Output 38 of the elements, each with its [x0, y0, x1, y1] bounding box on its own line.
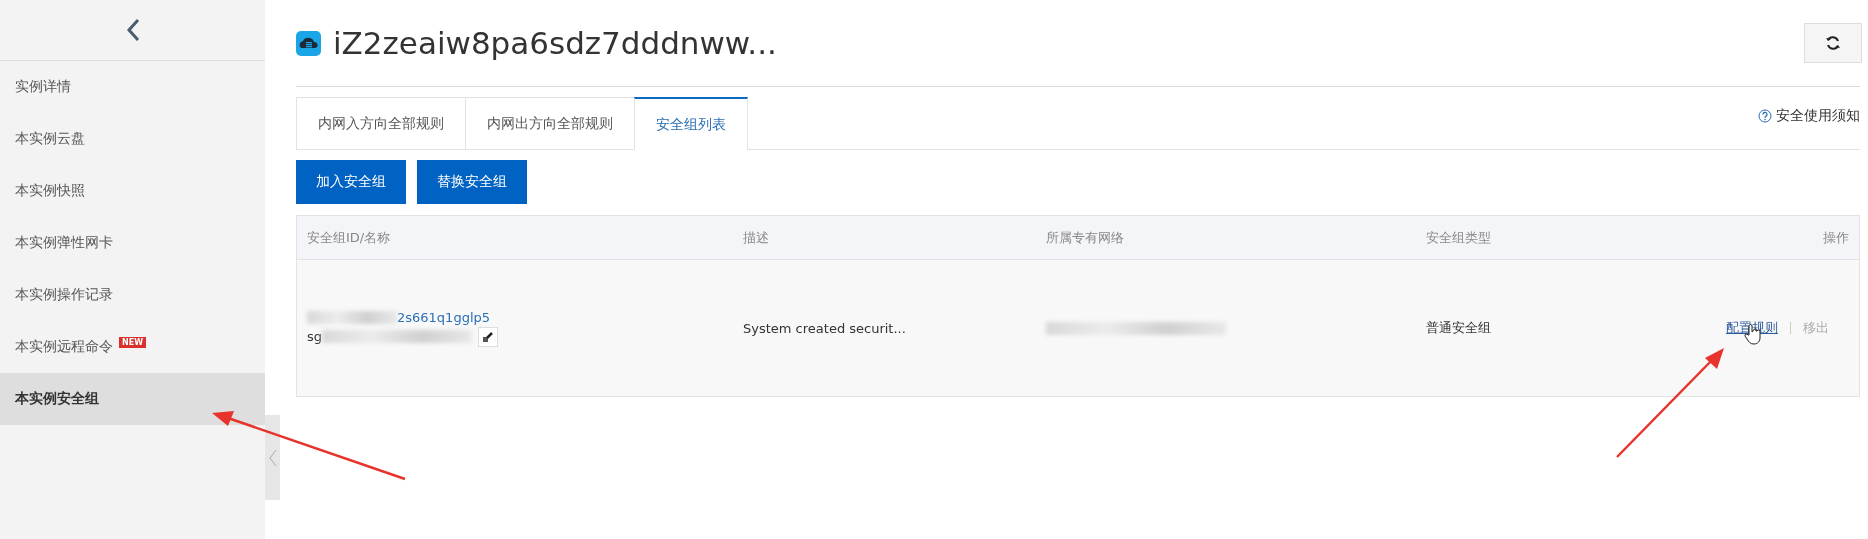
edit-icon[interactable] — [478, 326, 499, 347]
help-link-label: 安全使用须知 — [1776, 107, 1860, 125]
help-link[interactable]: 安全使用须知 — [1758, 107, 1860, 125]
column-header: 所属专有网络 — [1046, 228, 1124, 247]
sidebar-item[interactable]: 本实例操作记录 — [0, 269, 265, 321]
sidebar-item-label: 本实例弹性网卡 — [15, 234, 113, 252]
instance-title: iZ2zeaiw8pa6sdz7dddnww... — [333, 25, 778, 61]
sidebar-item-label: 实例详情 — [15, 78, 71, 96]
group-id-link[interactable]: 2s661q1gglp5 — [397, 309, 491, 325]
column-header: 操作 — [1823, 228, 1849, 247]
tab[interactable]: 安全组列表 — [634, 97, 748, 150]
refresh-button[interactable] — [1804, 23, 1862, 63]
sidebar-item[interactable]: 本实例云盘 — [0, 113, 265, 165]
collapse-handle[interactable] — [265, 415, 280, 500]
sidebar-item-label: 本实例安全组 — [15, 390, 99, 408]
tab[interactable]: 内网入方向全部规则 — [296, 97, 466, 149]
column-header: 安全组类型 — [1426, 228, 1491, 247]
sidebar-item-label: 本实例快照 — [15, 182, 85, 200]
sidebar-item[interactable]: 本实例远程命令 NEW — [0, 321, 265, 373]
sidebar-item[interactable]: 本实例弹性网卡 — [0, 217, 265, 269]
sidebar-item-label: 本实例操作记录 — [15, 286, 113, 304]
back-icon[interactable] — [125, 18, 140, 42]
refresh-icon — [1825, 35, 1841, 51]
sidebar-item[interactable]: 本实例快照 — [0, 165, 265, 217]
group-name: sg — [307, 329, 323, 344]
action-button[interactable]: 加入安全组 — [296, 160, 406, 204]
sidebar-item-label: 本实例远程命令 — [15, 338, 113, 356]
cloud-server-icon — [296, 30, 321, 56]
column-header: 描述 — [743, 228, 769, 247]
description-cell-text: System created securit... — [743, 320, 907, 336]
sidebar-item-label: 本实例云盘 — [15, 130, 85, 148]
sidebar-item[interactable]: 本实例安全组 — [0, 373, 265, 425]
action-button[interactable]: 替换安全组 — [417, 160, 527, 204]
help-icon — [1758, 109, 1772, 123]
column-header: 安全组ID/名称 — [307, 228, 391, 247]
sidebar-item[interactable]: 实例详情 — [0, 61, 265, 113]
new-badge: NEW — [119, 336, 146, 348]
type-cell-text: 普通安全组 — [1426, 319, 1492, 337]
